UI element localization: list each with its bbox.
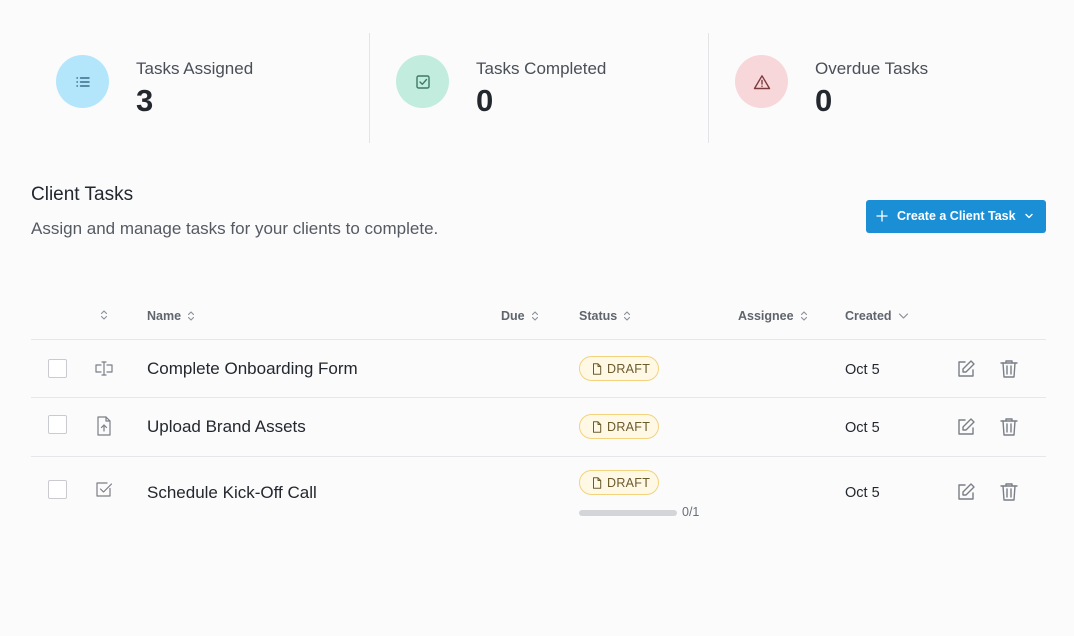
stat-label: Tasks Assigned [136, 59, 254, 78]
sort-icon [187, 311, 195, 321]
status-label: DRAFT [607, 361, 651, 376]
column-header-label: Name [147, 309, 182, 323]
sort-icon [800, 311, 807, 321]
create-client-task-button[interactable]: Create a Client Task [866, 200, 1046, 233]
column-header-name[interactable]: Name [147, 309, 195, 323]
checkbox-icon [396, 55, 449, 108]
trash-icon[interactable] [998, 416, 1020, 438]
table-row[interactable]: Upload Brand Assets DRAFT Oct 5 [31, 398, 1046, 457]
file-icon [593, 362, 602, 375]
edit-icon[interactable] [955, 481, 977, 503]
list-icon [56, 55, 109, 108]
task-progress: 0/1 [579, 505, 709, 520]
sort-icon [531, 311, 538, 321]
row-checkbox[interactable] [48, 415, 67, 434]
progress-text: 0/1 [682, 505, 700, 519]
file-icon [593, 420, 602, 433]
created-date: Oct 5 [845, 485, 880, 501]
edit-icon[interactable] [955, 358, 977, 380]
stat-overdue-tasks: Overdue Tasks 0 [708, 33, 1048, 143]
table-row[interactable]: Complete Onboarding Form DRAFT Oct 5 [31, 340, 1046, 398]
column-header-label: Created [845, 309, 892, 323]
progress-track [579, 510, 677, 516]
column-header-assignee[interactable]: Assignee [738, 309, 808, 323]
status-badge: DRAFT [579, 470, 659, 495]
row-checkbox[interactable] [48, 480, 67, 499]
section-title: Client Tasks [31, 184, 134, 205]
edit-icon[interactable] [955, 416, 977, 438]
plus-icon [876, 210, 888, 222]
column-header-created[interactable]: Created [845, 309, 909, 323]
task-name[interactable]: Complete Onboarding Form [147, 359, 358, 379]
stat-value: 0 [815, 83, 833, 118]
task-name[interactable]: Schedule Kick-Off Call [147, 483, 317, 503]
status-badge: DRAFT [579, 414, 659, 439]
status-badge: DRAFT [579, 356, 659, 381]
status-label: DRAFT [607, 419, 651, 434]
trash-icon[interactable] [998, 481, 1020, 503]
status-label: DRAFT [607, 475, 651, 490]
created-date: Oct 5 [845, 362, 880, 378]
column-header-label: Status [579, 309, 618, 323]
column-header-type[interactable] [100, 309, 108, 321]
stat-value: 3 [136, 83, 154, 118]
created-date: Oct 5 [845, 420, 880, 436]
stat-value: 0 [476, 83, 494, 118]
stat-tasks-assigned: Tasks Assigned 3 [31, 33, 369, 143]
client-tasks-page: Tasks Assigned 3 Tasks Completed 0 Overd… [0, 0, 1074, 636]
checkbox-icon [96, 482, 113, 497]
table-row[interactable]: Schedule Kick-Off Call DRAFT 0/1 Oct 5 [31, 457, 1046, 529]
task-name[interactable]: Upload Brand Assets [147, 417, 306, 437]
column-header-label: Due [501, 309, 525, 323]
trash-icon[interactable] [998, 358, 1020, 380]
column-header-label: Assignee [738, 309, 794, 323]
warning-icon [735, 55, 788, 108]
table-header: Name Due Status Assignee Created [31, 296, 1046, 340]
stat-label: Overdue Tasks [815, 59, 929, 78]
sort-icon [100, 310, 108, 320]
stat-tasks-completed: Tasks Completed 0 [369, 33, 708, 143]
row-checkbox[interactable] [48, 359, 67, 378]
file-icon [593, 476, 602, 489]
column-header-status[interactable]: Status [579, 309, 631, 323]
stats-bar: Tasks Assigned 3 Tasks Completed 0 Overd… [0, 33, 1074, 143]
form-field-icon [95, 361, 113, 376]
column-header-due[interactable]: Due [501, 309, 539, 323]
create-client-task-label: Create a Client Task [897, 209, 1016, 223]
sort-icon [624, 311, 631, 321]
client-tasks-table: Name Due Status Assignee Created Complet… [31, 296, 1046, 529]
file-upload-icon [97, 416, 111, 436]
section-subtitle: Assign and manage tasks for your clients… [31, 219, 439, 238]
stat-label: Tasks Completed [476, 59, 607, 78]
sort-desc-icon [898, 313, 908, 319]
chevron-down-icon[interactable] [1023, 210, 1035, 222]
